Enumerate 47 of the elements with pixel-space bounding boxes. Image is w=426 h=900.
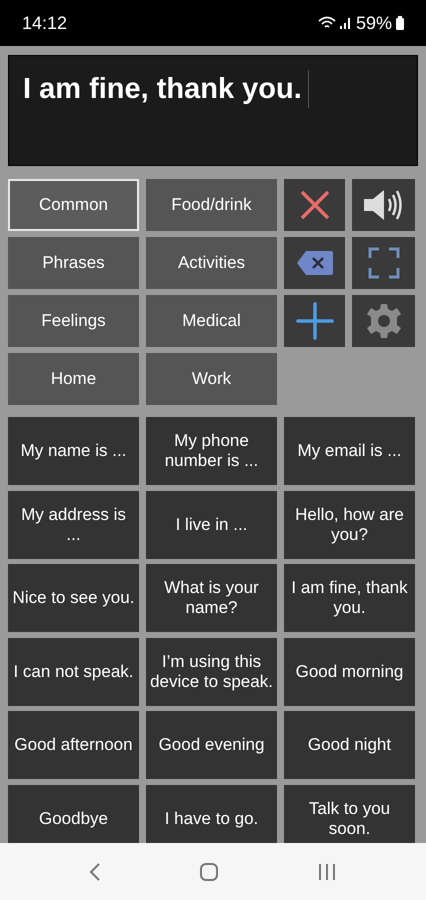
phrase-button[interactable]: I live in ...	[146, 490, 277, 558]
back-icon[interactable]	[89, 862, 101, 882]
category-tab[interactable]: Common	[8, 179, 139, 231]
phrase-button[interactable]: Hello, how are you?	[284, 490, 415, 558]
phrase-button[interactable]: My name is ...	[8, 417, 139, 485]
phrase-button[interactable]: I am fine, thank you.	[284, 564, 415, 632]
phrase-button[interactable]: My phone number is ...	[146, 417, 277, 485]
category-tab[interactable]: Medical	[146, 295, 277, 347]
fullscreen-button[interactable]	[352, 237, 415, 289]
home-icon[interactable]	[199, 862, 219, 882]
battery-percent: 59%	[356, 12, 392, 34]
phrase-button[interactable]: I’m using this device to speak.	[146, 638, 277, 706]
phrase-button[interactable]: What is your name?	[146, 564, 277, 632]
clear-button[interactable]	[284, 179, 345, 231]
category-tab[interactable]: Activities	[146, 237, 277, 289]
phrase-button[interactable]: Nice to see you.	[8, 564, 139, 632]
backspace-button[interactable]	[284, 237, 345, 289]
clock-time: 14:12	[22, 12, 68, 34]
category-tab[interactable]: Feelings	[8, 295, 139, 347]
plus-icon	[296, 302, 334, 340]
phrase-button[interactable]: Good evening	[146, 711, 277, 779]
category-tab[interactable]: Home	[8, 353, 139, 405]
message-text: I am fine, thank you.	[23, 72, 302, 107]
recent-apps-icon[interactable]	[317, 862, 337, 880]
phrase-button[interactable]: Good morning	[284, 638, 415, 706]
settings-icon	[366, 303, 402, 339]
settings-button[interactable]	[352, 295, 415, 347]
signal-icon	[340, 17, 352, 29]
category-tab[interactable]: Work	[146, 353, 277, 405]
phrase-button[interactable]: My email is ...	[284, 417, 415, 485]
phrase-button[interactable]: I have to go.	[146, 784, 277, 843]
phrase-button[interactable]: Good night	[284, 711, 415, 779]
phrase-button[interactable]: Goodbye	[8, 784, 139, 843]
battery-icon	[396, 16, 404, 30]
fullscreen-icon	[368, 247, 400, 279]
category-tab[interactable]: Phrases	[8, 237, 139, 289]
phrase-button[interactable]: Talk to you soon.	[284, 784, 415, 843]
add-button[interactable]	[284, 295, 345, 347]
close-icon	[298, 189, 330, 221]
wifi-icon	[318, 16, 336, 30]
backspace-icon	[296, 250, 334, 276]
speak-button[interactable]	[352, 179, 415, 231]
phrase-button[interactable]: Good afternoon	[8, 711, 139, 779]
message-field[interactable]: I am fine, thank you.	[8, 55, 418, 166]
category-tab[interactable]: Food/drink	[146, 179, 277, 231]
phrase-button[interactable]: I can not speak.	[8, 638, 139, 706]
phrase-button[interactable]: My address is ...	[8, 490, 139, 558]
